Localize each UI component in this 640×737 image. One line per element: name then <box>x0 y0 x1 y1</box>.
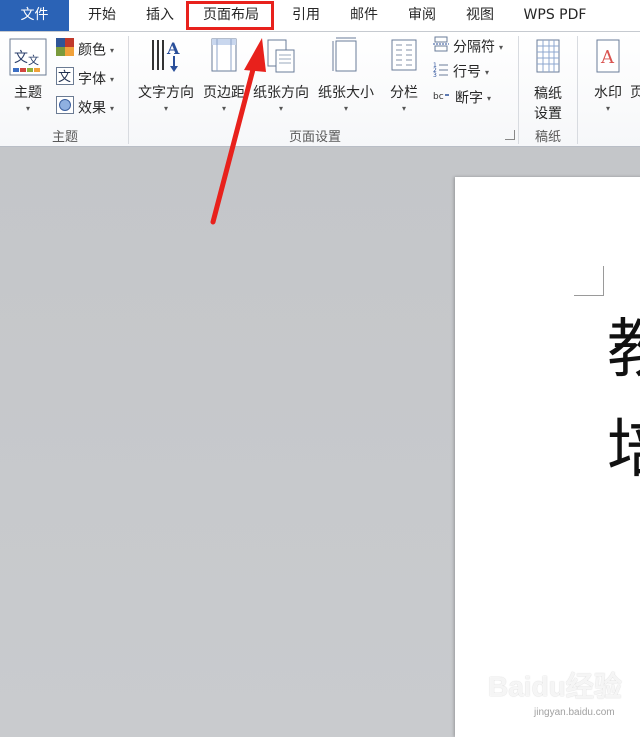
svg-text:文: 文 <box>58 70 71 85</box>
svg-text:A: A <box>166 39 180 58</box>
chevron-down-icon: ▾ <box>221 104 227 113</box>
margins-icon <box>209 36 239 80</box>
chevron-down-icon: ▾ <box>487 93 492 103</box>
chevron-down-icon: ▾ <box>605 104 611 113</box>
chevron-down-icon: ▾ <box>110 103 115 113</box>
paper-size-icon <box>331 36 361 80</box>
watermark-icon: A <box>593 36 623 80</box>
dialog-launcher-icon[interactable] <box>505 130 515 140</box>
colors-label: 颜色 <box>78 42 106 59</box>
breaks-icon <box>433 36 449 59</box>
text-direction-icon: A <box>149 36 183 80</box>
draft-paper-label-line1: 稿纸 <box>534 86 562 102</box>
svg-text:bc: bc <box>433 92 444 102</box>
page-color-label: 页 <box>630 85 640 101</box>
chevron-down-icon: ▾ <box>163 104 169 113</box>
theme-icon: 文 文 <box>9 38 47 80</box>
watermark-label: 水印 <box>594 85 622 101</box>
group-label-draft-paper: 稿纸 <box>534 130 561 145</box>
group-separator <box>518 36 519 144</box>
hyphenation-label: 断字 <box>455 90 483 107</box>
group-label-page-setup: 页面设置 <box>288 130 341 145</box>
tab-view[interactable]: 视图 <box>457 0 503 31</box>
svg-text:A: A <box>600 47 615 68</box>
breaks-label: 分隔符 <box>453 39 495 56</box>
watermark-brand: Baidu经验 <box>488 671 622 702</box>
fonts-icon: 文 <box>56 67 74 92</box>
draft-paper-label: 稿纸 设置 <box>524 84 572 124</box>
ribbon-tab-bar: 文件 开始 插入 页面布局 引用 邮件 审阅 视图 WPS PDF <box>0 0 640 32</box>
paper-size-label: 纸张大小 <box>318 85 374 101</box>
tab-home[interactable]: 开始 <box>79 0 125 31</box>
theme-label: 主题 <box>14 85 42 101</box>
document-text-line-2: 培 <box>607 413 640 487</box>
group-separator <box>577 36 578 144</box>
line-numbers-icon: 1 2 3 <box>433 61 449 84</box>
chevron-down-icon: ▾ <box>110 45 115 55</box>
line-numbers-button[interactable]: 1 2 3 行号 ▾ <box>433 61 489 83</box>
chevron-down-icon: ▾ <box>110 74 115 84</box>
columns-icon <box>389 36 419 80</box>
svg-text:文: 文 <box>14 50 28 66</box>
orientation-icon <box>264 36 298 80</box>
chevron-down-icon: ▾ <box>25 104 31 113</box>
hyphenation-icon: bc <box>433 87 451 110</box>
line-numbers-label: 行号 <box>453 64 481 81</box>
margins-label: 页边距 <box>203 85 245 101</box>
ribbon-panel: 文 文 主题 ▾ 颜色 ▾ 文 字体 ▾ 效果 ▾ 主题 A 文字方向 ▾ 页边… <box>0 32 640 147</box>
chevron-down-icon: ▾ <box>278 104 284 113</box>
baidu-watermark: Baidu经验 jingyan.baidu.com <box>488 655 638 723</box>
effects-button[interactable]: 效果 ▾ <box>56 96 114 118</box>
chevron-down-icon: ▾ <box>499 42 504 52</box>
tab-wps-pdf[interactable]: WPS PDF <box>515 0 595 31</box>
margin-corner-marker <box>574 266 604 296</box>
group-separator <box>128 36 129 144</box>
effects-label: 效果 <box>78 100 106 117</box>
colors-button[interactable]: 颜色 ▾ <box>56 38 114 60</box>
tab-mailings[interactable]: 邮件 <box>341 0 387 31</box>
svg-text:3: 3 <box>433 72 437 77</box>
orientation-label: 纸张方向 <box>253 85 309 101</box>
svg-text:文: 文 <box>28 53 39 67</box>
chevron-down-icon: ▾ <box>485 67 490 77</box>
active-tab-highlight-box <box>186 1 274 30</box>
chevron-down-icon: ▾ <box>343 104 349 113</box>
document-text-line-1: 教 <box>607 313 640 387</box>
draft-paper-label-line2: 设置 <box>534 106 562 122</box>
chevron-down-icon: ▾ <box>401 104 407 113</box>
breaks-button[interactable]: 分隔符 ▾ <box>433 36 503 58</box>
tab-insert[interactable]: 插入 <box>137 0 183 31</box>
draft-paper-icon <box>533 36 563 80</box>
columns-label: 分栏 <box>390 85 418 101</box>
tab-review[interactable]: 审阅 <box>399 0 445 31</box>
text-direction-label: 文字方向 <box>138 85 194 101</box>
watermark-url: jingyan.baidu.com <box>534 707 615 718</box>
group-label-themes: 主题 <box>51 130 78 145</box>
tab-references[interactable]: 引用 <box>283 0 329 31</box>
effects-icon <box>56 96 74 121</box>
tab-file[interactable]: 文件 <box>0 0 69 31</box>
fonts-label: 字体 <box>78 71 106 88</box>
colors-icon <box>56 38 74 63</box>
fonts-button[interactable]: 文 字体 ▾ <box>56 67 114 89</box>
hyphenation-button[interactable]: bc 断字 ▾ <box>433 87 491 109</box>
